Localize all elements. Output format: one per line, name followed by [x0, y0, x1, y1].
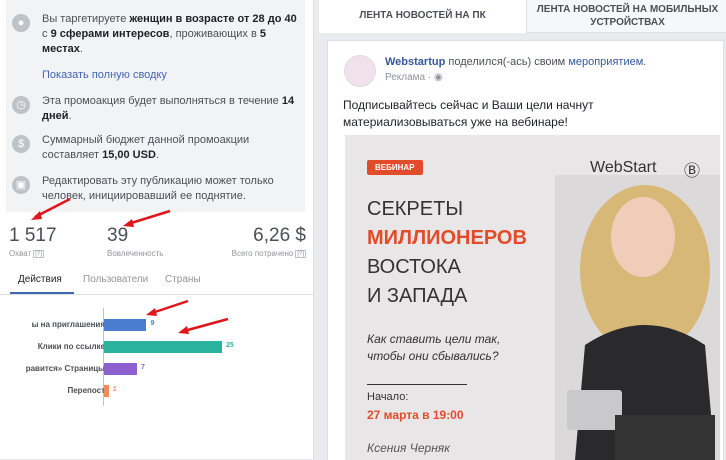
people-icon: ●: [12, 14, 30, 32]
start-date: 27 марта в 19:00: [367, 408, 464, 422]
duration-text: Эта промоакция будет выполняться в течен…: [42, 95, 295, 122]
divider: [367, 384, 467, 385]
event-link[interactable]: мероприятием: [568, 56, 643, 68]
bar: [104, 363, 138, 375]
chart-bar-row: равится» Страницы 7: [0, 363, 313, 379]
logo-icon: Ⓑ: [684, 163, 701, 180]
help-icon[interactable]: [?]: [295, 249, 306, 258]
author-link[interactable]: Webstartup: [385, 56, 445, 68]
reach-label: Охват: [9, 249, 32, 258]
tab-mobile-feed[interactable]: ЛЕНТА НОВОСТЕЙ НА МОБИЛЬНЫХ УСТРОЙСТВАХ: [529, 0, 726, 32]
ad-image[interactable]: ВЕБИНАР WebStart Ⓑ СЕКРЕТЫ МИЛЛИОНЕРОВ В…: [345, 135, 720, 460]
spent-metric: 6,26 $ Всего потрачено [?]: [232, 225, 306, 258]
stats-tabs: Действия Пользователи Страны: [0, 266, 313, 295]
start-label: Начало:: [367, 391, 409, 403]
tab-actions[interactable]: Действия: [18, 274, 62, 285]
dollar-icon: $: [12, 135, 30, 153]
placement-tabs: ЛЕНТА НОВОСТЕЙ НА ПК ЛЕНТА НОВОСТЕЙ НА М…: [319, 0, 726, 33]
headline-line-2: МИЛЛИОНЕРОВ: [367, 227, 527, 249]
speaker-photo: [555, 175, 720, 460]
help-icon[interactable]: [?]: [33, 249, 44, 258]
bar: [104, 341, 222, 353]
audience-text: Вы таргетируете женщин в возрасте от 28 …: [42, 13, 297, 55]
bar-value: 25: [226, 342, 234, 349]
headline-line-1: СЕКРЕТЫ: [367, 198, 464, 220]
tab-desktop-feed[interactable]: ЛЕНТА НОВОСТЕЙ НА ПК: [319, 0, 527, 33]
reach-value: 1 517: [9, 225, 57, 246]
feed-post: Webstartup поделился(-ась) своим меропри…: [327, 40, 724, 460]
bar-label: равится» Страницы: [25, 364, 105, 373]
webstart-logo: WebStart: [590, 159, 657, 176]
clock-icon: ◷: [12, 96, 30, 114]
engagement-label: Вовлеченность: [107, 249, 164, 258]
sponsored-label: Реклама · ◉: [385, 72, 443, 83]
headline-line-3: ВОСТОКА: [367, 256, 461, 278]
show-summary-link[interactable]: Показать полную сводку: [42, 69, 167, 81]
bar-label: Клики по ссылке: [37, 342, 105, 351]
permission-text: Редактировать эту публикацию может тольк…: [42, 175, 274, 202]
active-tab-indicator: [10, 292, 74, 294]
spent-value: 6,26 $: [253, 225, 306, 246]
globe-icon: ◉: [434, 72, 443, 83]
headline-line-4: И ЗАПАДА: [367, 285, 468, 307]
annotation-arrow: [31, 197, 71, 220]
chart-bar-row: Перепост 1: [0, 385, 313, 401]
post-header: Webstartup поделился(-ась) своим меропри…: [385, 56, 647, 68]
bar-label: Перепост: [67, 386, 105, 395]
bar: [104, 385, 109, 397]
lock-icon: ▣: [12, 176, 30, 194]
budget-text: Суммарный бюджет данной промоакции соста…: [42, 134, 250, 161]
chart-bar-row: Клики по ссылке 25: [0, 341, 313, 357]
bar-value: 1: [112, 386, 117, 393]
bar-value: 9: [150, 320, 155, 327]
tab-users[interactable]: Пользователи: [83, 274, 148, 285]
annotation-arrow: [178, 317, 229, 334]
promotion-summary: ● Вы таргетируете женщин в возрасте от 2…: [6, 0, 305, 212]
chart-bar-row: ы на приглашения 9: [0, 319, 313, 335]
reach-metric: 1 517 Охват [?]: [9, 225, 57, 258]
annotation-arrow: [123, 209, 171, 227]
bar-value: 7: [141, 364, 145, 371]
avatar[interactable]: [344, 55, 376, 87]
webinar-badge: ВЕБИНАР: [367, 160, 423, 175]
tab-countries[interactable]: Страны: [165, 274, 201, 285]
post-text: Подписывайтесь сейчас и Ваши цели начнут…: [343, 98, 594, 129]
bar-label: ы на приглашения: [31, 320, 105, 329]
spent-label: Всего потрачено: [231, 249, 294, 258]
ad-preview: ЛЕНТА НОВОСТЕЙ НА ПК ЛЕНТА НОВОСТЕЙ НА М…: [319, 0, 726, 460]
ad-question: Как ставить цели так, чтобы они сбывались…: [367, 332, 501, 363]
speaker-signature: Ксения Черняк: [367, 441, 450, 455]
bar: [104, 319, 147, 331]
promotion-panel: ● Вы таргетируете женщин в возрасте от 2…: [0, 0, 314, 459]
